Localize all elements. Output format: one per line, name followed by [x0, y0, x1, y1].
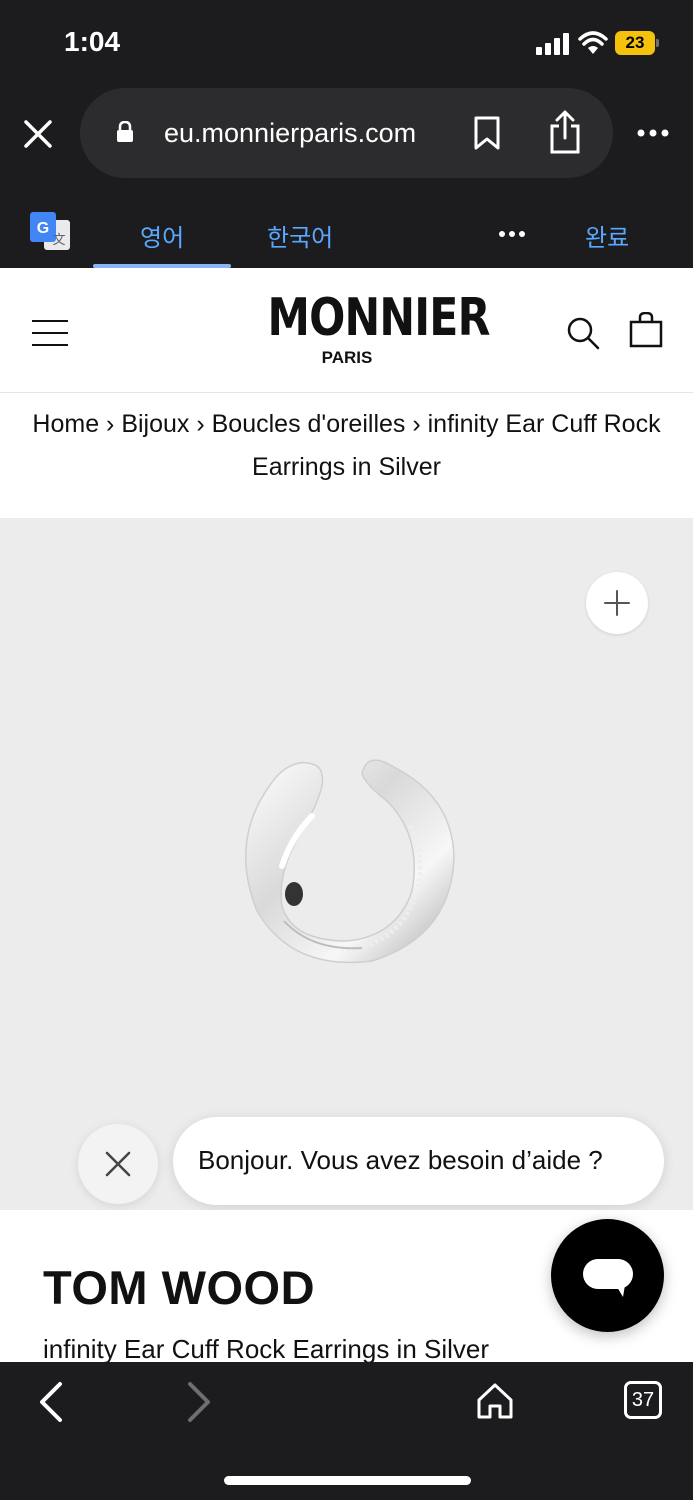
product-image — [245, 759, 455, 964]
battery-icon: 23 — [615, 31, 659, 55]
bookmark-icon[interactable] — [473, 116, 501, 150]
hamburger-icon[interactable] — [32, 320, 68, 346]
close-icon — [105, 1151, 131, 1177]
battery-level: 23 — [615, 31, 655, 55]
tab-english[interactable]: 영어 — [140, 218, 184, 253]
url-text: eu.monnierparis.com — [164, 118, 417, 148]
chat-dismiss-button[interactable] — [78, 1124, 158, 1204]
bag-icon[interactable] — [629, 312, 663, 348]
chat-icon — [583, 1259, 633, 1297]
status-time: 1:04 — [64, 26, 121, 57]
svg-text:G: G — [37, 220, 49, 237]
more-icon[interactable] — [636, 128, 670, 138]
screen: 1:04 23 eu.monnierparis.com G 文 영어 한국어 완… — [0, 0, 693, 1500]
product-name: infinity Ear Cuff Rock Earrings in Silve… — [43, 1334, 490, 1362]
translate-bar: G 文 영어 한국어 완료 — [0, 188, 693, 268]
cellular-signal-icon — [536, 33, 570, 55]
share-icon[interactable] — [549, 110, 581, 154]
home-indicator — [224, 1476, 471, 1485]
forward-icon[interactable] — [184, 1380, 214, 1424]
done-button[interactable]: 완료 — [585, 218, 629, 253]
logo-main: MONNIER — [267, 288, 490, 348]
browser-url-row: eu.monnierparis.com — [0, 88, 693, 188]
back-icon[interactable] — [36, 1380, 66, 1424]
wifi-icon — [578, 31, 608, 54]
google-translate-icon: G 文 — [30, 212, 70, 250]
product-brand: TOM WOOD — [43, 1261, 316, 1314]
home-icon[interactable] — [476, 1382, 514, 1420]
translate-more-icon[interactable] — [498, 230, 526, 238]
close-icon[interactable] — [20, 116, 56, 152]
breadcrumb[interactable]: Home › Bijoux › Boucles d'oreilles › inf… — [0, 393, 693, 518]
zoom-button[interactable] — [586, 572, 648, 634]
plus-icon — [604, 590, 630, 616]
address-bar[interactable]: eu.monnierparis.com — [80, 88, 613, 178]
browser-toolbar: 37 — [0, 1362, 693, 1500]
chat-greeting-bubble[interactable]: Bonjour. Vous avez besoin d’aide ? — [173, 1117, 664, 1205]
logo-sub: PARIS — [321, 348, 373, 367]
chat-launcher-button[interactable] — [551, 1219, 664, 1332]
site-logo[interactable]: MONNIER PARIS — [250, 288, 490, 368]
product-image-area — [0, 518, 693, 1210]
status-bar: 1:04 23 — [0, 0, 693, 88]
tabs-button[interactable]: 37 — [624, 1381, 662, 1419]
lock-icon — [117, 121, 133, 142]
search-icon[interactable] — [566, 316, 600, 350]
site-header: MONNIER PARIS — [0, 268, 693, 393]
svg-text:文: 文 — [52, 233, 65, 248]
chat-greeting-text: Bonjour. Vous avez besoin d’aide ? — [198, 1145, 603, 1175]
tab-korean[interactable]: 한국어 — [267, 218, 333, 253]
